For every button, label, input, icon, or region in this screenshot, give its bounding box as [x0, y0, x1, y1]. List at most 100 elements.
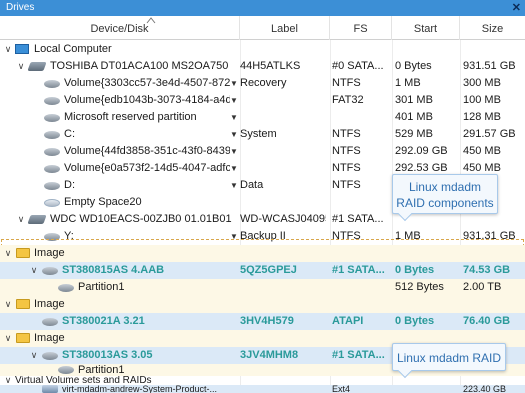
disk-start: 0 Bytes: [395, 60, 432, 72]
volume-label: Recovery: [240, 77, 287, 89]
volume-icon: [44, 80, 60, 88]
chevron-down-icon[interactable]: ∨: [3, 245, 13, 262]
chevron-down-icon[interactable]: ∨: [29, 262, 39, 279]
volume-icon: [44, 97, 60, 105]
volume-name: Volume{edb1043b-3073-4184-a4d5-...: [64, 94, 230, 106]
volume-row[interactable]: Microsoft reserved partition ▼ 401 MB 12…: [0, 109, 525, 126]
volume-row[interactable]: Volume{3303cc57-3e4d-4507-872f-... ▼ Rec…: [0, 75, 525, 92]
volume-fs: [332, 109, 388, 126]
volume-row[interactable]: C: ▼ System NTFS 529 MB 291.57 GB: [0, 126, 525, 143]
chevron-down-icon[interactable]: ▼: [230, 160, 238, 177]
volume-start: 401 MB: [395, 111, 433, 123]
partition-icon: [58, 284, 74, 292]
volume-size: 450 MB: [463, 145, 501, 157]
disk-fs: #0 SATA...: [332, 60, 384, 72]
image-title: Image: [34, 298, 65, 310]
partition-name: Partition1: [78, 364, 125, 376]
disk-size: 76.40 GB: [463, 315, 511, 327]
volume-name: Volume{3303cc57-3e4d-4507-872f-...: [64, 77, 230, 89]
disk-icon: [42, 267, 58, 275]
volume-icon: [44, 182, 60, 190]
partition-row[interactable]: Partition1 512 Bytes 2.00 TB: [0, 279, 525, 296]
callout-text: Linux mdadm RAID: [396, 351, 502, 365]
column-device[interactable]: Device/Disk: [0, 16, 240, 40]
disk-label: 5QZ5GPEJ: [240, 264, 297, 276]
disk-start: 0 Bytes: [395, 264, 435, 276]
disk-label: 3JV4MHM8: [240, 349, 299, 361]
chevron-down-icon[interactable]: ▼: [230, 75, 238, 92]
volume-start: 529 MB: [395, 128, 433, 140]
empty-space-icon: [44, 199, 60, 207]
chevron-down-icon[interactable]: ∨: [3, 330, 13, 347]
volume-start: 301 MB: [395, 94, 433, 106]
disk-name: ST380021A 3.21: [62, 315, 145, 327]
volume-size: 300 MB: [463, 77, 501, 89]
image-row[interactable]: ∨ Image: [0, 245, 525, 262]
virtual-volume-row[interactable]: virt-mdadm-andrew-System-Product-... Ext…: [0, 385, 525, 393]
image-disk-row[interactable]: ∨ ST380815AS 4.AAB 5QZ5GPEJ #1 SATA... 0…: [0, 262, 525, 279]
column-label[interactable]: Label: [240, 16, 330, 40]
disk-fs: #1 SATA...: [332, 349, 385, 361]
disk-start: 0 Bytes: [395, 315, 435, 327]
chevron-down-icon[interactable]: ▼: [230, 143, 238, 160]
disk-icon: [42, 352, 58, 360]
folder-icon: [16, 333, 30, 343]
window-title: Drives: [6, 2, 35, 13]
hard-disk-icon: [27, 215, 47, 224]
node-label: Local Computer: [34, 43, 112, 55]
chevron-down-icon[interactable]: ▼: [230, 92, 238, 109]
volume-icon: [44, 114, 60, 122]
column-start[interactable]: Start: [392, 16, 460, 40]
folder-icon: [16, 299, 30, 309]
chevron-down-icon[interactable]: ∨: [3, 296, 13, 313]
volume-name: D:: [64, 179, 75, 191]
volume-label: [240, 109, 326, 126]
chevron-down-icon[interactable]: ▼: [230, 109, 238, 126]
tree-node-local-computer[interactable]: ∨ Local Computer: [0, 41, 525, 58]
title-bar: Drives ✕: [0, 0, 525, 16]
disk-name: ST380815AS 4.AAB: [62, 264, 165, 276]
disk-row[interactable]: ∨ TOSHIBA DT01ACA100 MS2OA750 44H5ATLKS …: [0, 58, 525, 75]
volume-size: 128 MB: [463, 111, 501, 123]
virtual-volume-fs: Ext4: [332, 385, 351, 393]
volume-start: 292.09 GB: [395, 145, 448, 157]
disk-size: 74.53 GB: [463, 264, 511, 276]
image-row[interactable]: ∨ Image: [0, 296, 525, 313]
chevron-down-icon[interactable]: ∨: [3, 376, 13, 385]
chevron-down-icon[interactable]: ▼: [230, 177, 238, 194]
folder-icon: [16, 248, 30, 258]
volume-row[interactable]: Volume{edb1043b-3073-4184-a4d5-... ▼ FAT…: [0, 92, 525, 109]
volume-icon: [44, 131, 60, 139]
chevron-down-icon[interactable]: ∨: [16, 58, 26, 75]
column-size[interactable]: Size: [460, 16, 525, 40]
volume-label: [240, 160, 326, 177]
disk-fs: #1 SATA...: [332, 264, 385, 276]
image-disk-row[interactable]: ST380021A 3.21 3HV4H579 ATAPI 0 Bytes 76…: [0, 313, 525, 330]
volume-name: C:: [64, 128, 75, 140]
disk-label: WD-WCASJ0409502: [240, 213, 326, 225]
volume-name: Volume{44fd3858-351c-43f0-8439-1...: [64, 145, 230, 157]
chevron-down-icon[interactable]: ∨: [29, 347, 39, 364]
disk-size: 931.51 GB: [463, 60, 516, 72]
hard-disk-icon: [27, 62, 47, 71]
close-icon[interactable]: ✕: [512, 1, 521, 14]
volume-fs: NTFS: [332, 162, 361, 174]
volume-size: 291.57 GB: [463, 128, 516, 140]
column-fs[interactable]: FS: [330, 16, 392, 40]
partition-start: 512 Bytes: [395, 281, 444, 293]
volume-fs: NTFS: [332, 77, 361, 89]
virtual-volume-name: virt-mdadm-andrew-System-Product-...: [62, 385, 218, 393]
computer-icon: [15, 44, 29, 54]
raid-callout: Linux mdadm RAID: [392, 343, 506, 371]
volume-start: 1 MB: [395, 77, 421, 89]
volume-row[interactable]: Volume{44fd3858-351c-43f0-8439-1... ▼ NT…: [0, 143, 525, 160]
chevron-down-icon[interactable]: ▼: [230, 126, 238, 143]
volume-icon: [44, 148, 60, 156]
partition-name: Partition1: [78, 281, 125, 293]
chevron-down-icon[interactable]: ∨: [16, 211, 26, 228]
chevron-down-icon[interactable]: ∨: [3, 41, 13, 58]
tree-node-virtual-volumes[interactable]: ∨ Virtual Volume sets and RAIDs: [0, 376, 525, 386]
virtual-volume-icon: [42, 385, 58, 393]
disk-label: 44H5ATLKS: [240, 60, 301, 72]
partition-size: 2.00 TB: [463, 281, 502, 293]
